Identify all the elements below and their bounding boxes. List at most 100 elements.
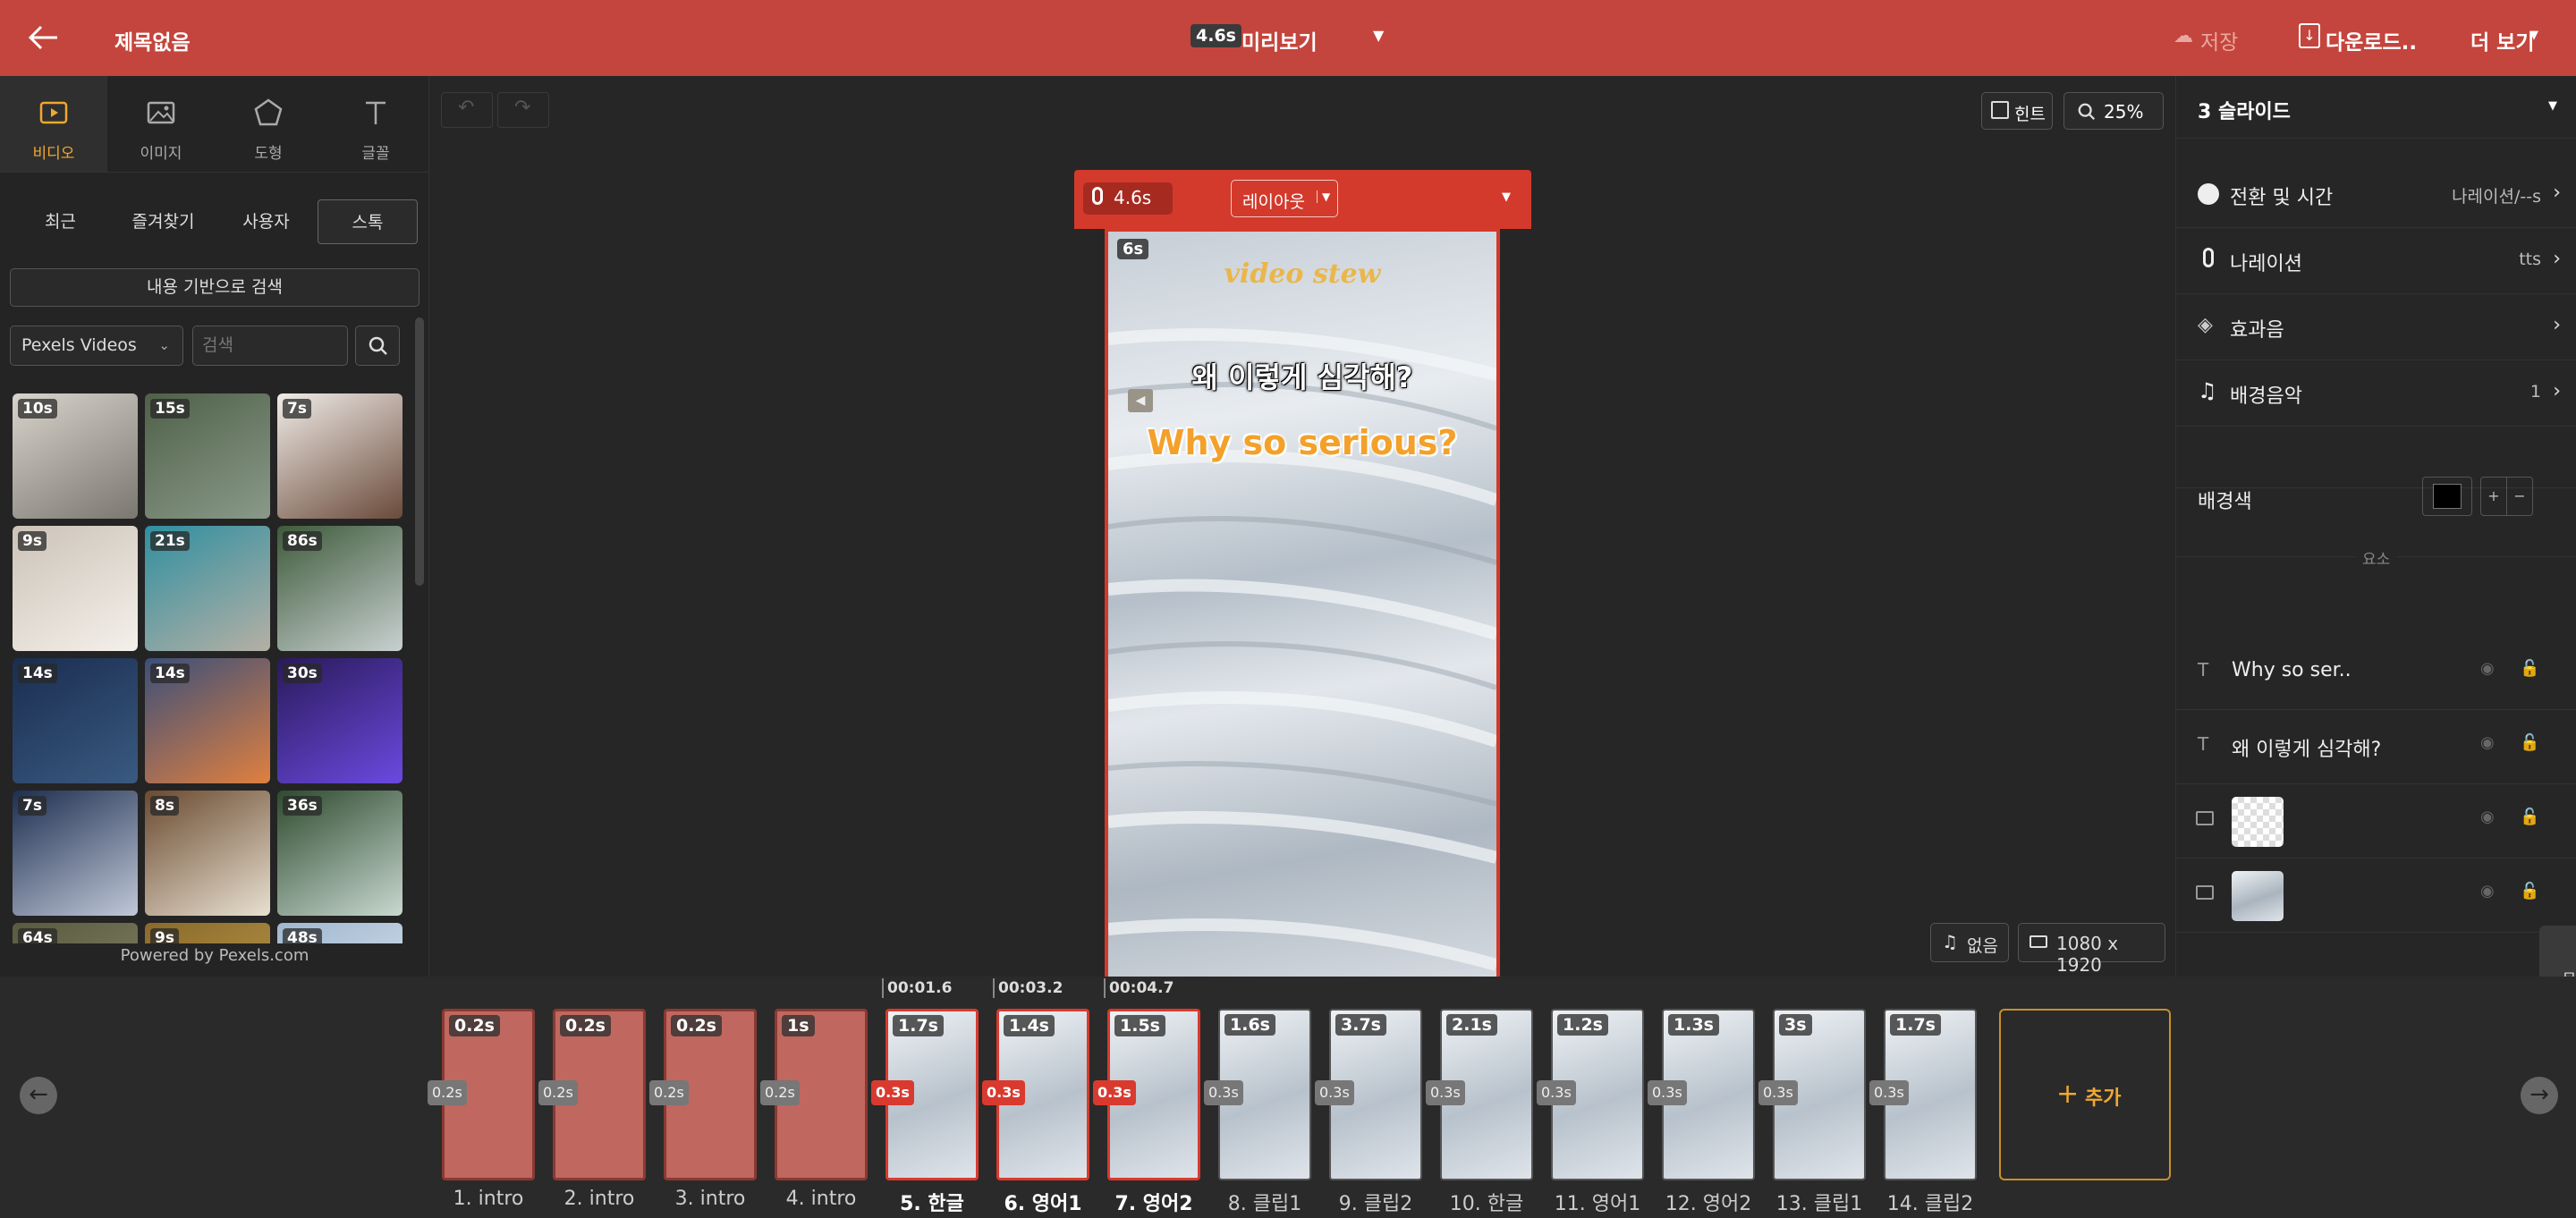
- chevron-down-icon[interactable]: ▼: [1373, 27, 1384, 44]
- slide-label: 4. intro: [785, 1188, 857, 1210]
- transition-badge[interactable]: 0.3s: [1648, 1080, 1687, 1105]
- stock-video-thumbnail[interactable]: 9s: [145, 923, 270, 943]
- stock-video-thumbnail[interactable]: 8s: [145, 791, 270, 916]
- plus-button[interactable]: +: [2480, 477, 2507, 516]
- media-panel: 비디오 이미지 도형 글꼴 최근 즐겨찾기 사용자 스톡 내용 기반으로 검색 …: [0, 76, 429, 977]
- lock-icon[interactable]: 🔓: [2520, 882, 2539, 901]
- video-duration: 7s: [283, 399, 311, 419]
- video-duration: 21s: [150, 531, 190, 551]
- transition-badge[interactable]: 0.2s: [428, 1080, 467, 1105]
- add-slide-button[interactable]: + 추가: [1999, 1009, 2171, 1180]
- layout-label: 레이아웃: [1242, 192, 1305, 212]
- narration-row[interactable]: 나레이션 tts ›: [2176, 228, 2576, 294]
- scroll-left-button[interactable]: ←: [20, 1077, 57, 1114]
- video-duration: 86s: [283, 531, 322, 551]
- lock-icon[interactable]: 🔓: [2520, 808, 2539, 826]
- project-title[interactable]: 제목없음: [114, 25, 191, 55]
- search-button[interactable]: [355, 326, 400, 366]
- music-button[interactable]: ♫ 없음: [1930, 923, 2009, 962]
- provider-select[interactable]: Pexels Videos ⌄: [10, 326, 183, 366]
- chevron-down-icon[interactable]: ▼: [2548, 99, 2557, 113]
- stock-video-thumbnail[interactable]: 10s: [13, 393, 138, 519]
- stock-video-thumbnail[interactable]: 48s: [277, 923, 402, 943]
- transition-badge[interactable]: 0.3s: [1869, 1080, 1909, 1105]
- fabric-texture: [1108, 328, 1496, 971]
- watermark[interactable]: video stew: [1108, 258, 1496, 290]
- eye-icon[interactable]: ◉: [2480, 808, 2495, 826]
- color-swatch: [2433, 484, 2462, 509]
- stock-video-thumbnail[interactable]: 14s: [13, 658, 138, 783]
- speaker-icon[interactable]: ◀: [1128, 389, 1153, 412]
- transition-badge[interactable]: 0.3s: [1537, 1080, 1576, 1105]
- tab-image[interactable]: 이미지: [107, 76, 215, 172]
- save-button[interactable]: 저장: [2200, 25, 2238, 55]
- stock-video-thumbnail[interactable]: 15s: [145, 393, 270, 519]
- eye-icon[interactable]: ◉: [2480, 659, 2495, 678]
- element-thumbnail: [2232, 797, 2284, 847]
- transition-badge[interactable]: 0.3s: [1204, 1080, 1243, 1105]
- eye-icon[interactable]: ◉: [2480, 733, 2495, 752]
- transition-badge[interactable]: 0.2s: [760, 1080, 800, 1105]
- stock-video-thumbnail[interactable]: 86s: [277, 526, 402, 651]
- sound-effect-row[interactable]: ◈ 효과음 ›: [2176, 294, 2576, 360]
- tab-shape[interactable]: 도형: [215, 76, 322, 172]
- background-music-row[interactable]: ♫ 배경음악 1 ›: [2176, 360, 2576, 427]
- stock-video-thumbnail[interactable]: 14s: [145, 658, 270, 783]
- korean-caption[interactable]: 왜 이렇게 심각해?: [1108, 355, 1496, 396]
- stock-video-thumbnail[interactable]: 21s: [145, 526, 270, 651]
- stock-video-thumbnail[interactable]: 64s: [13, 923, 138, 943]
- tab-font[interactable]: 글꼴: [322, 76, 429, 172]
- content-search-button[interactable]: 내용 기반으로 검색: [10, 268, 419, 307]
- narration-badge[interactable]: 4.6s: [1083, 182, 1173, 215]
- resolution-button[interactable]: 1080 x 1920: [2018, 923, 2165, 976]
- lock-icon[interactable]: 🔓: [2520, 733, 2539, 752]
- bg-color-swatch[interactable]: [2422, 477, 2472, 516]
- preview-button[interactable]: 미리보기: [1241, 25, 1318, 55]
- minus-button[interactable]: −: [2506, 477, 2533, 516]
- transition-badge[interactable]: 0.3s: [871, 1080, 914, 1105]
- transition-badge[interactable]: 0.3s: [1758, 1080, 1798, 1105]
- transition-badge[interactable]: 0.3s: [1426, 1080, 1465, 1105]
- zoom-value: 25%: [2104, 101, 2144, 123]
- transition-time-row[interactable]: 전환 및 시간 나레이션/--s ›: [2176, 162, 2576, 228]
- tab-video[interactable]: 비디오: [0, 76, 107, 172]
- tab-user[interactable]: 사용자: [224, 199, 309, 244]
- stock-video-thumbnail[interactable]: 7s: [277, 393, 402, 519]
- lock-icon[interactable]: 🔓: [2520, 659, 2539, 678]
- element-row[interactable]: T 왜 이렇게 심각해? ◉ 🔓: [2176, 710, 2576, 784]
- slide-selector[interactable]: 3 슬라이드 ▼: [2176, 76, 2576, 139]
- zoom-button[interactable]: 25%: [2063, 92, 2164, 130]
- element-row[interactable]: T Why so ser.. ◉ 🔓: [2176, 636, 2576, 710]
- hint-button[interactable]: 힌트: [1981, 92, 2053, 130]
- transition-badge[interactable]: 0.3s: [1093, 1080, 1136, 1105]
- tab-favorites[interactable]: 즐겨찾기: [116, 199, 210, 244]
- chevron-down-icon[interactable]: ▼: [1502, 190, 1511, 204]
- transition-badge[interactable]: 0.2s: [538, 1080, 578, 1105]
- search-input[interactable]: [192, 326, 348, 366]
- tab-recent[interactable]: 최근: [18, 199, 103, 244]
- scroll-right-button[interactable]: →: [2521, 1077, 2558, 1114]
- chevron-down-icon[interactable]: ▼: [2529, 29, 2538, 42]
- undo-button[interactable]: ↶: [441, 92, 493, 128]
- stock-video-thumbnail[interactable]: 30s: [277, 658, 402, 783]
- download-button[interactable]: 다운로드..: [2326, 25, 2417, 55]
- element-row[interactable]: ◉ 🔓: [2176, 784, 2576, 859]
- transition-badge[interactable]: 0.2s: [649, 1080, 689, 1105]
- slide-canvas[interactable]: 6s video stew 왜 이렇게 심각해? ◀ Why so seriou…: [1105, 228, 1500, 994]
- stock-video-thumbnail[interactable]: 36s: [277, 791, 402, 916]
- slide-label: 12. 영어2: [1665, 1193, 1752, 1215]
- tab-stock[interactable]: 스톡: [318, 199, 418, 244]
- stock-video-thumbnail[interactable]: 7s: [13, 791, 138, 916]
- transition-badge[interactable]: 0.3s: [982, 1080, 1025, 1105]
- more-button[interactable]: 더 보기: [2470, 25, 2535, 55]
- element-row[interactable]: ◉ 🔓: [2176, 859, 2576, 933]
- layout-button[interactable]: 레이아웃 ▼: [1231, 180, 1338, 217]
- eye-icon[interactable]: ◉: [2480, 882, 2495, 901]
- english-caption[interactable]: Why so serious?: [1108, 423, 1496, 462]
- transition-badge[interactable]: 0.3s: [1315, 1080, 1354, 1105]
- redo-button[interactable]: ↷: [497, 92, 549, 128]
- chevron-down-icon[interactable]: ▼: [1317, 190, 1330, 203]
- stock-video-thumbnail[interactable]: 9s: [13, 526, 138, 651]
- scrollbar[interactable]: [415, 317, 424, 586]
- back-arrow-icon[interactable]: [27, 23, 61, 52]
